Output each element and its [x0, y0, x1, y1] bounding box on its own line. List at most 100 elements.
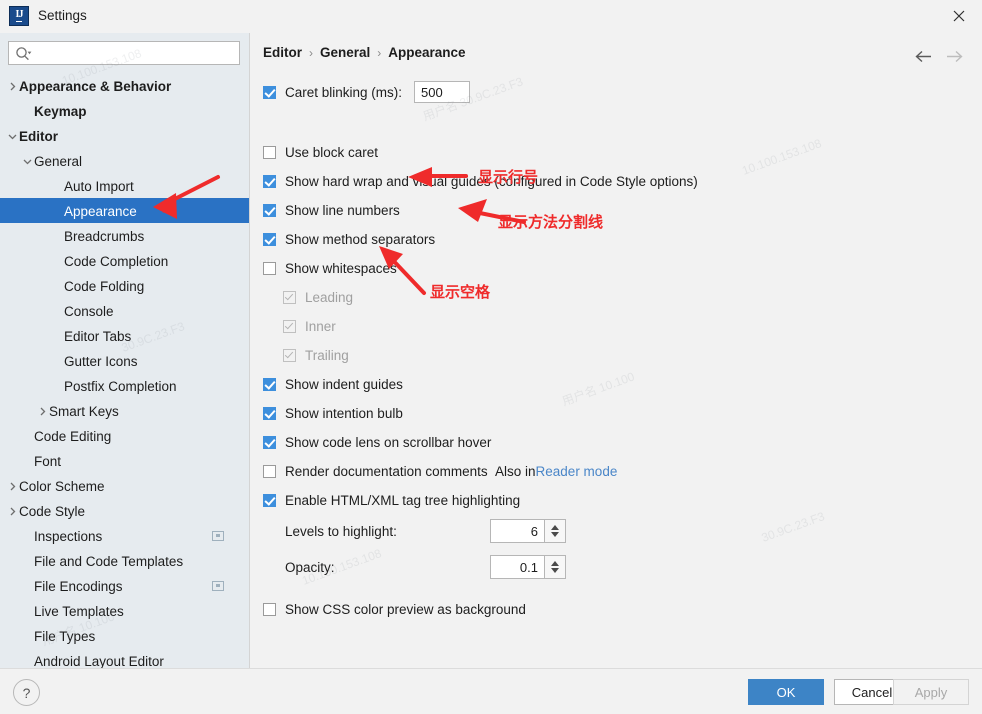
show-css-color-preview-label: Show CSS color preview as background — [285, 602, 526, 617]
sidebar-item-general[interactable]: General — [0, 148, 250, 173]
use-block-caret-checkbox[interactable] — [263, 146, 276, 159]
show-method-separators-checkbox[interactable] — [263, 233, 276, 246]
chevron-right-icon[interactable] — [36, 399, 49, 424]
sidebar-item-label: Code Editing — [34, 428, 112, 444]
breadcrumb-part[interactable]: Editor — [263, 45, 302, 60]
sidebar-item-live-templates[interactable]: Live Templates — [0, 598, 250, 623]
option-show-code-lens[interactable]: Show code lens on scrollbar hover — [263, 435, 491, 450]
sidebar-item-label: Code Completion — [64, 253, 169, 269]
breadcrumb-part[interactable]: Appearance — [388, 45, 465, 60]
search-input[interactable] — [37, 44, 237, 64]
show-intention-bulb-checkbox[interactable] — [263, 407, 276, 420]
sidebar-item-file-encodings[interactable]: File Encodings — [0, 573, 250, 598]
sidebar-item-label: File and Code Templates — [34, 553, 184, 569]
caret-blinking-checkbox[interactable] — [263, 85, 276, 99]
show-line-numbers-checkbox[interactable] — [263, 204, 276, 217]
window-title: Settings — [38, 8, 87, 23]
sidebar-item-keymap[interactable]: Keymap — [0, 98, 250, 123]
option-show-indent-guides[interactable]: Show indent guides — [263, 377, 403, 392]
sidebar-item-code-style[interactable]: Code Style — [0, 498, 250, 523]
sidebar-item-code-folding[interactable]: Code Folding — [0, 273, 250, 298]
chevron-right-icon[interactable] — [6, 474, 19, 499]
opacity-stepper[interactable] — [490, 555, 566, 579]
opacity-input[interactable] — [490, 555, 545, 579]
close-icon[interactable] — [936, 0, 982, 32]
option-show-intention-bulb[interactable]: Show intention bulb — [263, 406, 403, 421]
show-indent-guides-checkbox[interactable] — [263, 378, 276, 391]
sidebar-item-label: Android Layout Editor — [34, 653, 164, 668]
spinner-up-icon[interactable] — [551, 561, 559, 566]
chevron-right-icon[interactable] — [6, 499, 19, 524]
sidebar-item-inspections[interactable]: Inspections — [0, 523, 250, 548]
option-enable-tag-tree[interactable]: Enable HTML/XML tag tree highlighting — [263, 493, 520, 508]
sidebar-item-color-scheme[interactable]: Color Scheme — [0, 473, 250, 498]
sidebar-item-label: Postfix Completion — [64, 378, 177, 394]
sidebar-item-label: Editor — [19, 128, 58, 144]
use-block-caret-label: Use block caret — [285, 145, 379, 160]
sidebar-item-file-types[interactable]: File Types — [0, 623, 250, 648]
spinner-down-icon[interactable] — [551, 532, 559, 537]
chevron-right-icon[interactable] — [6, 74, 19, 99]
levels-to-highlight-label: Levels to highlight: — [285, 524, 397, 539]
sidebar-item-label: File Encodings — [34, 578, 123, 594]
breadcrumb-separator: › — [377, 46, 382, 60]
show-code-lens-checkbox[interactable] — [263, 436, 276, 449]
sidebar-item-auto-import[interactable]: Auto Import — [0, 173, 250, 198]
levels-to-highlight-input[interactable] — [490, 519, 545, 543]
trailing-checkbox — [283, 349, 296, 362]
sidebar-item-console[interactable]: Console — [0, 298, 250, 323]
sidebar-item-appearance[interactable]: Appearance — [0, 198, 250, 223]
sidebar-item-editor[interactable]: Editor — [0, 123, 250, 148]
show-whitespaces-checkbox[interactable] — [263, 262, 276, 275]
option-use-block-caret[interactable]: Use block caret — [263, 145, 378, 160]
levels-to-highlight-spin-buttons[interactable] — [545, 519, 566, 543]
option-render-doc-comments[interactable]: Render documentation comments — [263, 464, 488, 479]
sidebar-item-font[interactable]: Font — [0, 448, 250, 473]
enable-tag-tree-checkbox[interactable] — [263, 494, 276, 507]
spinner-up-icon[interactable] — [551, 525, 559, 530]
help-button[interactable]: ? — [13, 679, 40, 706]
option-show-line-numbers[interactable]: Show line numbers — [263, 203, 400, 218]
sidebar-item-code-editing[interactable]: Code Editing — [0, 423, 250, 448]
reader-mode-link[interactable]: Reader mode — [536, 464, 618, 479]
search-box[interactable] — [8, 41, 240, 65]
ok-button[interactable]: OK — [748, 679, 824, 705]
sidebar-item-label: File Types — [34, 628, 96, 644]
show-indent-guides-label: Show indent guides — [285, 377, 403, 392]
intellij-idea-icon: IJ — [9, 6, 29, 26]
sidebar-item-code-completion[interactable]: Code Completion — [0, 248, 250, 273]
sidebar-item-label: Smart Keys — [49, 403, 119, 419]
sidebar-item-editor-tabs[interactable]: Editor Tabs — [0, 323, 250, 348]
sidebar-item-gutter-icons[interactable]: Gutter Icons — [0, 348, 250, 373]
sidebar-item-smart-keys[interactable]: Smart Keys — [0, 398, 250, 423]
opacity-label: Opacity: — [285, 560, 335, 575]
render-doc-comments-checkbox[interactable] — [263, 465, 276, 478]
sidebar-item-label: General — [34, 153, 83, 169]
option-show-whitespaces[interactable]: Show whitespaces — [263, 261, 397, 276]
sidebar-item-breadcrumbs[interactable]: Breadcrumbs — [0, 223, 250, 248]
arrow-left-icon[interactable] — [910, 45, 936, 67]
sidebar-item-file-and-code-templates[interactable]: File and Code Templates — [0, 548, 250, 573]
sidebar-item-postfix-completion[interactable]: Postfix Completion — [0, 373, 250, 398]
annotation-label-method-separators: 显示方法分割线 — [498, 213, 604, 231]
show-css-color-preview-checkbox[interactable] — [263, 603, 276, 616]
show-hard-wrap-checkbox[interactable] — [263, 175, 276, 188]
caret-blinking-input[interactable] — [414, 81, 471, 103]
option-caret-blinking[interactable]: Caret blinking (ms): — [263, 81, 471, 103]
breadcrumb-part[interactable]: General — [320, 45, 370, 60]
apply-button: Apply — [893, 679, 969, 705]
sidebar-item-android-layout-editor[interactable]: Android Layout Editor — [0, 648, 250, 668]
sidebar-item-label: Console — [64, 303, 114, 319]
sidebar-item-appearance-behavior[interactable]: Appearance & Behavior — [0, 73, 250, 98]
settings-tree[interactable]: Appearance & Behavior Keymap Editor General… — [0, 73, 250, 668]
option-show-css-color-preview[interactable]: Show CSS color preview as background — [263, 602, 526, 617]
levels-to-highlight-stepper[interactable] — [490, 519, 566, 543]
trailing-label: Trailing — [305, 348, 349, 363]
show-method-separators-label: Show method separators — [285, 232, 436, 247]
chevron-down-icon[interactable] — [6, 124, 19, 149]
sidebar-item-label: Color Scheme — [19, 478, 105, 494]
spinner-down-icon[interactable] — [551, 568, 559, 573]
option-show-method-separators[interactable]: Show method separators — [263, 232, 435, 247]
opacity-spin-buttons[interactable] — [545, 555, 566, 579]
chevron-down-icon[interactable] — [21, 149, 34, 174]
